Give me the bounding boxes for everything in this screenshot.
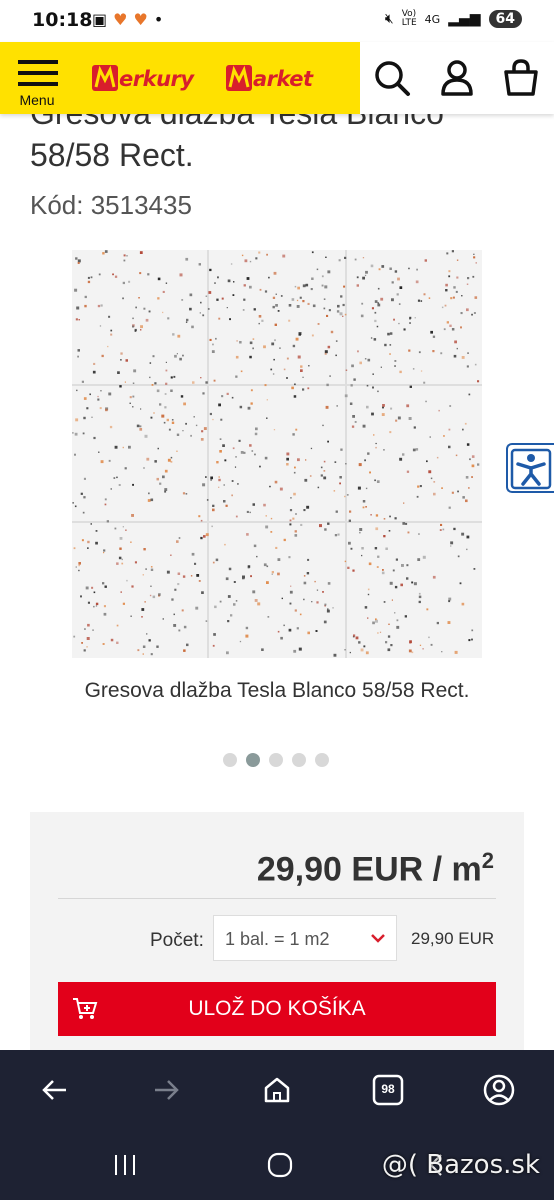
status-left-icons: ▣♥♥• xyxy=(92,10,169,29)
gallery-dot-active[interactable] xyxy=(246,753,260,767)
quantity-value: 1 bal. = 1 m2 xyxy=(225,929,330,949)
price-unit-exponent: 2 xyxy=(481,848,494,873)
status-bar: 10:18 ▣♥♥• 🔇︎ Vo) LTE 4G ▂▄▆ 64 xyxy=(0,0,554,42)
quantity-label: Počet: xyxy=(150,930,204,951)
signal-icon: ▂▄▆ xyxy=(448,11,481,27)
svg-text:arket: arket xyxy=(253,67,314,91)
svg-text:erkury: erkury xyxy=(119,67,195,91)
add-to-cart-button[interactable]: ULOŽ DO KOŠÍKA xyxy=(58,982,496,1036)
gallery-dot[interactable] xyxy=(223,753,237,767)
image-caption: Gresova dlažba Tesla Blanco 58/58 Rect. xyxy=(84,679,470,702)
logo-icon: erkury arket xyxy=(92,65,314,91)
price: 29,90 EUR / m2 xyxy=(257,848,494,889)
user-icon[interactable] xyxy=(437,58,477,98)
account-icon[interactable] xyxy=(479,1070,519,1110)
hamburger-icon-bar xyxy=(18,82,58,86)
quantity-total: 29,90 EUR xyxy=(411,929,495,948)
gallery-dot[interactable] xyxy=(292,753,306,767)
tabs-icon[interactable]: 98 xyxy=(368,1070,408,1110)
cart-icon[interactable] xyxy=(501,58,541,98)
status-right-icons: 🔇︎ Vo) LTE 4G ▂▄▆ 64 xyxy=(385,10,522,28)
browser-toolbar: 98 xyxy=(0,1050,554,1130)
menu-button[interactable]: Menu xyxy=(10,56,64,110)
quantity-select[interactable]: 1 bal. = 1 m2 xyxy=(213,915,397,961)
buy-box: 29,90 EUR / m2 Počet: 1 bal. = 1 m2 29,9… xyxy=(30,812,524,1052)
recents-icon[interactable] xyxy=(112,1152,138,1183)
home-circle-icon[interactable] xyxy=(266,1151,294,1184)
gallery-pagination xyxy=(223,753,329,767)
hamburger-icon-bar xyxy=(18,71,58,75)
status-time: 10:18 xyxy=(32,9,93,31)
home-icon[interactable] xyxy=(257,1070,297,1110)
site-header: Menu erkury arket xyxy=(0,42,554,114)
app-icon: ♥ xyxy=(113,10,134,29)
menu-label: Menu xyxy=(19,92,55,108)
accessibility-icon xyxy=(510,448,552,490)
volte-icon: Vo) LTE xyxy=(401,9,417,28)
gallery-dot[interactable] xyxy=(269,753,283,767)
divider xyxy=(58,898,496,899)
mute-icon: 🔇︎ xyxy=(384,11,394,27)
accessibility-button[interactable] xyxy=(506,443,554,493)
watermark: @( Bazos.sk xyxy=(381,1150,540,1180)
hamburger-icon xyxy=(18,60,58,64)
app-icon: ♥ xyxy=(133,10,154,29)
tile-pattern xyxy=(72,250,482,658)
tab-count: 98 xyxy=(381,1082,395,1096)
site-logo[interactable]: erkury arket xyxy=(92,62,348,94)
4g-icon: 4G xyxy=(424,12,441,26)
dot-icon: • xyxy=(153,10,170,29)
screenshot-icon: ▣ xyxy=(92,10,114,29)
product-image[interactable] xyxy=(72,250,482,658)
back-icon[interactable] xyxy=(35,1070,75,1110)
chevron-down-icon xyxy=(371,934,385,943)
product-code: Kód: 3513435 xyxy=(30,190,192,220)
battery-indicator: 64 xyxy=(488,10,522,28)
search-icon[interactable] xyxy=(372,58,412,98)
forward-icon[interactable] xyxy=(146,1070,186,1110)
price-main: 29,90 EUR / m xyxy=(256,850,482,889)
add-to-cart-label: ULOŽ DO KOŠÍKA xyxy=(188,997,366,1020)
gallery-dot[interactable] xyxy=(315,753,329,767)
